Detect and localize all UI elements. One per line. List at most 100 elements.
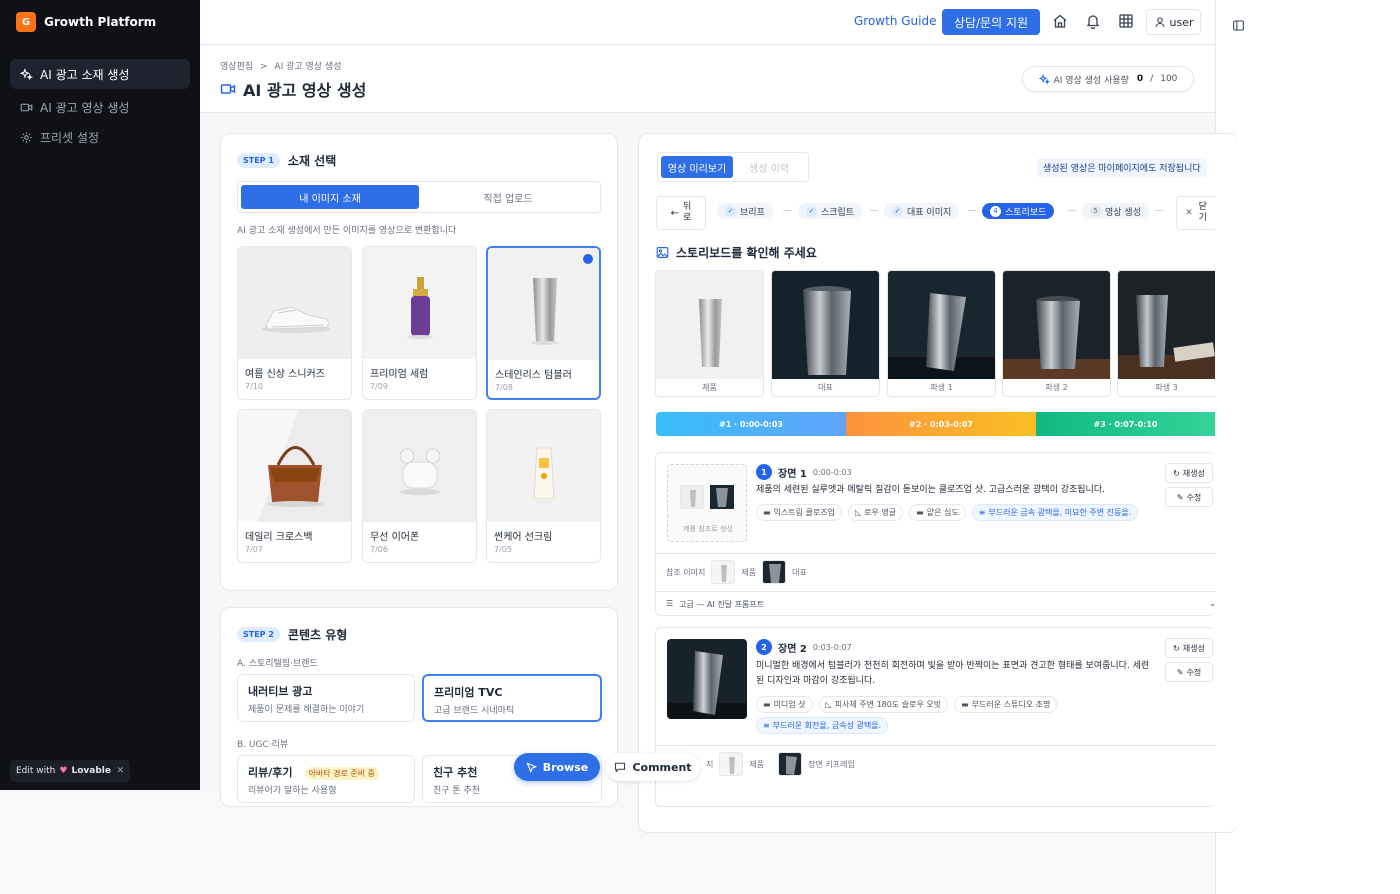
- tab-generation-history[interactable]: 생성 이력: [733, 156, 805, 178]
- material-tile-sneakers[interactable]: 여름 신상 스니커즈 7/10: [237, 246, 352, 400]
- scene-chips: ▬ 미디엄 샷 ◺ 피사체 주변 180도 슬로우 오빗 ▬ 부드러운 스튜디오 조명…: [756, 696, 1156, 734]
- step-storyboard[interactable]: 4 스토리보드: [982, 203, 1055, 219]
- content-type-narrative[interactable]: 내러티브 광고 제품이 문제를 해결하는 이야기: [237, 674, 415, 722]
- content-type-review[interactable]: 리뷰/후기 아바타 경로 준비 중 리뷰어가 말하는 사용형: [237, 755, 415, 803]
- step-main-image[interactable]: ✓ 대표 이미지: [884, 203, 960, 219]
- regenerate-label: 재생성: [1182, 468, 1205, 478]
- bell-icon[interactable]: [1085, 13, 1101, 29]
- prompt-toggle[interactable]: ☰ 고급 — AI 전달 프롬프트 ⌄: [666, 599, 1216, 610]
- ref-thumb-product[interactable]: [711, 560, 736, 584]
- material-tile-serum[interactable]: 프리미엄 세럼 7/09: [362, 246, 477, 400]
- home-icon[interactable]: [1052, 13, 1068, 29]
- chip-shot[interactable]: ▬ 익스트림 클로즈업: [756, 504, 842, 521]
- right-panel: [1215, 0, 1400, 894]
- step1-header: STEP 1 소재 선택: [237, 152, 336, 169]
- ref-thumb-keyframe[interactable]: [778, 752, 803, 776]
- chip-depth[interactable]: ▬ 얕은 심도: [909, 504, 966, 521]
- tab-video-preview[interactable]: 영상 미리보기: [661, 156, 733, 178]
- top-bar: Growth Guide 상담/문의 지원 user: [200, 0, 1215, 45]
- material-tile-tumbler[interactable]: 스테인리스 텀블러 7/08: [486, 246, 601, 400]
- step-badge: STEP 1: [237, 153, 280, 168]
- step-video-generation[interactable]: 5 영상 생성: [1082, 203, 1149, 219]
- sidebar-item-preset-settings[interactable]: 프리셋 설정: [10, 122, 190, 152]
- material-tile-crossbag[interactable]: 데일리 크로스백 7/07: [237, 409, 352, 563]
- option-title: 프리미엄 TVC: [434, 686, 503, 699]
- tab-direct-upload[interactable]: 직접 업로드: [419, 185, 597, 209]
- chip-angle[interactable]: ◺ 피사체 주변 180도 슬로우 오빗: [818, 696, 949, 713]
- chip-label: 로우 앵글: [864, 508, 897, 517]
- scene-title-text: 장면 2: [778, 643, 807, 655]
- serum-thumbnail: [363, 247, 476, 359]
- close-label-1: 닫: [1198, 202, 1207, 212]
- chip-motion[interactable]: ≡ 부드러운 금속 광택을, 미묘한 주변 진동을.: [971, 504, 1139, 521]
- storyboard-frame-main[interactable]: 대표: [771, 270, 880, 397]
- material-date: 7/05: [494, 545, 512, 554]
- storyboard-frame-derived-3[interactable]: 파생 3: [1117, 270, 1215, 397]
- sidebar-item-ai-ad-material[interactable]: AI 광고 소재 생성: [10, 59, 190, 89]
- camera-icon: ▬: [916, 508, 924, 517]
- step-script[interactable]: ✓ 스크립트: [798, 203, 863, 219]
- edit-with-label: Edit with: [16, 766, 56, 776]
- step-separator: [870, 210, 878, 211]
- timeline-segment-2[interactable]: #2 · 0:03-0:07: [846, 412, 1036, 436]
- comment-button[interactable]: Comment: [606, 753, 700, 781]
- user-menu-button[interactable]: user: [1146, 9, 1201, 35]
- step-brief[interactable]: ✓ 브리프: [717, 203, 773, 219]
- edit-button[interactable]: ✎ 수정: [1165, 487, 1213, 507]
- panel-toggle-icon[interactable]: [1232, 19, 1245, 32]
- breadcrumb-item[interactable]: 영상편집: [220, 62, 253, 72]
- close-button[interactable]: ✕ 닫기: [1176, 196, 1215, 230]
- usage-label: AI 영상 생성 사용량: [1053, 75, 1129, 86]
- tab-my-images[interactable]: 내 이미지 소재: [241, 185, 419, 209]
- sidebar-item-ai-ad-video[interactable]: AI 광고 영상 생성: [10, 92, 190, 122]
- ref-thumb-product[interactable]: [719, 752, 744, 776]
- step-badge: STEP 2: [237, 627, 280, 642]
- back-label-1: 뒤: [683, 202, 692, 212]
- frame-image: [772, 271, 879, 379]
- material-date: 7/10: [245, 382, 263, 391]
- frame-label: 파생 2: [1045, 383, 1068, 392]
- edit-button[interactable]: ✎ 수정: [1165, 662, 1213, 682]
- ref-thumb-main[interactable]: [762, 560, 787, 584]
- chip-shot[interactable]: ▬ 미디엄 샷: [756, 696, 813, 713]
- regenerate-button[interactable]: ↻ 재생성: [1165, 463, 1213, 483]
- edit-label: 수정: [1186, 492, 1202, 502]
- storyboard-frame-derived-1[interactable]: 파생 1: [887, 270, 996, 397]
- close-icon[interactable]: ✕: [116, 766, 124, 776]
- selected-indicator: [583, 254, 593, 264]
- scene-reference-box[interactable]: 제품 참조로 생성: [667, 464, 747, 542]
- regenerate-button[interactable]: ↻ 재생성: [1165, 638, 1213, 658]
- step-number: 4: [990, 205, 1001, 217]
- content-type-premium-tvc[interactable]: 프리미엄 TVC 고급 브랜드 시네마틱: [422, 674, 602, 722]
- suncream-thumbnail: [487, 410, 600, 522]
- chip-lighting[interactable]: ▬ 부드러운 스튜디오 조명: [954, 696, 1058, 713]
- support-button[interactable]: 상담/문의 지원: [942, 9, 1040, 35]
- material-tile-suncream[interactable]: 썬케어 선크림 7/05: [486, 409, 601, 563]
- storyboard-frame-derived-2[interactable]: 파생 2: [1002, 270, 1111, 397]
- reference-images-row: 참조 이미지 제품 대표: [666, 560, 807, 584]
- material-tile-earbuds[interactable]: 무선 이어폰 7/06: [362, 409, 477, 563]
- sidebar-item-label: 프리셋 설정: [40, 130, 100, 145]
- camera-icon: ▬: [763, 508, 771, 517]
- motion-icon: ≡: [978, 508, 986, 517]
- brand[interactable]: G Growth Platform: [16, 12, 156, 32]
- growth-guide-link[interactable]: Growth Guide: [854, 14, 937, 28]
- lovable-label: Lovable: [71, 766, 111, 776]
- back-button[interactable]: ← 뒤로: [656, 196, 706, 230]
- grid-icon[interactable]: [1118, 13, 1134, 29]
- divider: [656, 745, 1216, 746]
- browse-button[interactable]: Browse: [514, 753, 600, 781]
- storyboard-frame-product[interactable]: 제품: [655, 270, 764, 397]
- edit-with-lovable-badge[interactable]: Edit with ♥ Lovable ✕: [10, 760, 130, 782]
- chip-motion[interactable]: ≡ 부드러운 회전을, 금속성 광택을.: [756, 717, 889, 734]
- scene-card: 2 장면 2 0:03-0:07 미니멀한 배경에서 텀블러가 천천히 회전하며…: [655, 627, 1216, 807]
- camera-icon: ▬: [763, 700, 771, 709]
- chip-angle[interactable]: ◺ 로우 앵글: [848, 504, 904, 521]
- breadcrumb-item: AI 광고 영상 생성: [274, 62, 342, 72]
- list-icon: ☰: [666, 599, 674, 608]
- check-icon: ✓: [725, 205, 736, 217]
- timeline-segment-3[interactable]: #3 · 0:07-0:10: [1036, 412, 1215, 436]
- timeline-segment-1[interactable]: #1 · 0:00-0:03: [656, 412, 846, 436]
- scene-keyframe-image[interactable]: [667, 639, 747, 719]
- option-subtitle: 제품이 문제를 해결하는 이야기: [248, 705, 365, 715]
